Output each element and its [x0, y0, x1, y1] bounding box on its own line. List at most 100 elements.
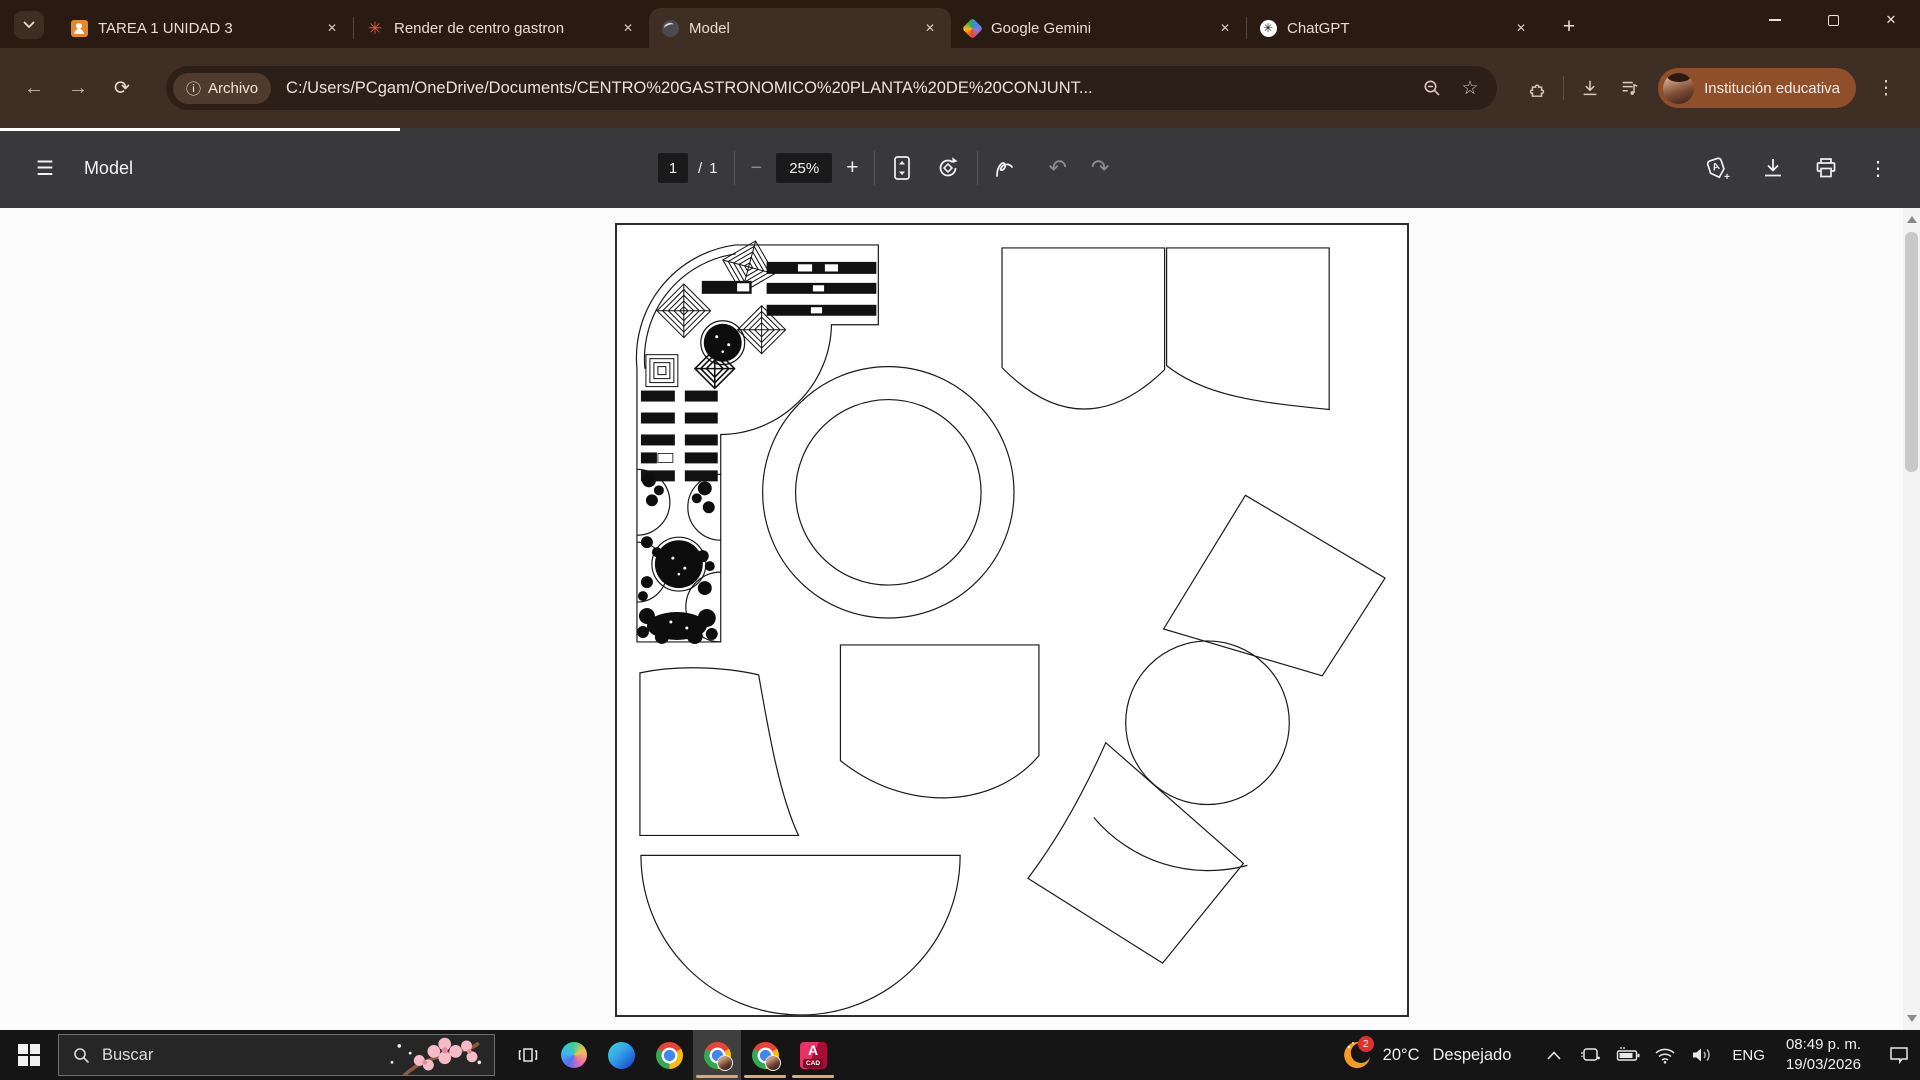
profile-button[interactable]: Institución educativa	[1658, 68, 1856, 108]
pdf-viewer-canvas	[0, 208, 1920, 1030]
maximize-icon	[1828, 15, 1839, 26]
taskbar-autocad-button[interactable]: A CAD	[789, 1030, 837, 1080]
new-tab-button[interactable]: +	[1554, 12, 1584, 42]
volume-button[interactable]	[1687, 1030, 1717, 1080]
svg-text:+: +	[1724, 172, 1730, 182]
pdf-page	[615, 223, 1409, 1017]
svg-text:A: A	[1711, 161, 1721, 174]
download-icon	[1762, 157, 1784, 179]
browser-menu-button[interactable]: ⋮	[1866, 66, 1906, 110]
tab-chatgpt[interactable]: ✳ ChatGPT ✕	[1247, 8, 1542, 48]
pdf-print-button[interactable]	[1814, 156, 1838, 180]
omnibox[interactable]: ⓘ Archivo C:/Users/PCgam/OneDrive/Docume…	[166, 66, 1497, 110]
magnifier-minus-icon	[1423, 79, 1441, 97]
bookmark-button[interactable]: ☆	[1451, 69, 1489, 107]
maximize-button[interactable]	[1804, 0, 1862, 40]
weather-widget[interactable]: 2 20°C Despejado	[1330, 1030, 1522, 1080]
document-person-icon	[70, 19, 88, 37]
rotate-button[interactable]	[935, 155, 961, 181]
info-icon: ⓘ	[186, 78, 201, 99]
gemini-icon	[963, 19, 981, 37]
start-button[interactable]	[0, 1030, 58, 1080]
close-tab-icon[interactable]: ✕	[321, 17, 343, 39]
connect-device-button[interactable]	[1576, 1030, 1606, 1080]
page-separator: /	[698, 160, 702, 177]
notification-bubble-icon	[1888, 1045, 1910, 1065]
fit-to-page-button[interactable]	[891, 155, 913, 181]
page-number-input[interactable]: 1	[658, 153, 688, 183]
taskbar-chrome-button[interactable]	[645, 1030, 693, 1080]
pdf-download-button[interactable]	[1762, 157, 1784, 179]
extensions-button[interactable]	[1517, 66, 1557, 110]
tab-render-centro-gastronomico[interactable]: ✳ Render de centro gastron ✕	[354, 8, 649, 48]
media-controls-button[interactable]	[1610, 66, 1650, 110]
clock-date: 19/03/2026	[1786, 1055, 1861, 1075]
close-tab-icon[interactable]: ✕	[919, 17, 941, 39]
minimize-button[interactable]	[1746, 0, 1804, 40]
zoom-page-button[interactable]	[1413, 69, 1451, 107]
copilot-button[interactable]	[551, 1030, 597, 1080]
scroll-down-button[interactable]	[1903, 1010, 1920, 1027]
downloads-button[interactable]	[1570, 66, 1610, 110]
close-window-button[interactable]: ✕	[1862, 0, 1920, 40]
pdf-more-button[interactable]: ⋮	[1868, 156, 1888, 181]
close-tab-icon[interactable]: ✕	[1510, 17, 1532, 39]
toolbar-divider	[734, 151, 735, 185]
battery-status-button[interactable]	[1613, 1030, 1643, 1080]
taskbar-chrome-profile2-button[interactable]	[741, 1030, 789, 1080]
half-disc-block	[641, 855, 960, 1015]
tab-google-gemini[interactable]: Google Gemini ✕	[951, 8, 1246, 48]
close-tab-icon[interactable]: ✕	[617, 17, 639, 39]
edge-icon	[608, 1042, 635, 1069]
pdf-menu-button[interactable]: ☰	[36, 156, 54, 181]
reload-button[interactable]: ⟳	[100, 66, 144, 110]
scrollbar-thumb[interactable]	[1905, 232, 1918, 472]
taskbar-search-box[interactable]: Buscar	[58, 1034, 495, 1076]
chevron-up-icon	[1547, 1051, 1561, 1060]
action-center-button[interactable]	[1878, 1030, 1920, 1080]
clock-time: 08:49 p. m.	[1786, 1035, 1861, 1055]
url-text[interactable]: C:/Users/PCgam/OneDrive/Documents/CENTRO…	[286, 79, 1413, 98]
search-icon	[73, 1047, 90, 1064]
autocad-icon: A CAD	[800, 1042, 827, 1069]
toolbar-divider	[977, 151, 978, 185]
file-scheme-chip[interactable]: ⓘ Archivo	[173, 73, 271, 104]
windows-taskbar: Buscar	[0, 1030, 1920, 1080]
redo-button[interactable]: ↷	[1091, 155, 1109, 181]
undo-button[interactable]: ↶	[1048, 155, 1066, 181]
tab-strip: TAREA 1 UNIDAD 3 ✕ ✳ Render de centro ga…	[58, 0, 1584, 48]
taskbar-edge-button[interactable]	[597, 1030, 645, 1080]
vertical-scrollbar[interactable]	[1903, 208, 1920, 1030]
taskbar-chrome-profile1-button[interactable]	[693, 1030, 741, 1080]
tab-model-active[interactable]: Model ✕	[649, 8, 951, 48]
rotate-counterclockwise-icon	[935, 155, 961, 181]
pdf-toolbar: ☰ Model 1 / 1 − 25% +	[0, 128, 1920, 208]
close-tab-icon[interactable]: ✕	[1214, 17, 1236, 39]
center-shield-block	[840, 645, 1038, 798]
zoom-in-button[interactable]: +	[846, 156, 858, 180]
taskbar-clock[interactable]: 08:49 p. m. 19/03/2026	[1780, 1035, 1871, 1076]
tab-tarea-1-unidad-3[interactable]: TAREA 1 UNIDAD 3 ✕	[58, 8, 353, 48]
chevron-down-icon	[23, 21, 35, 29]
zoom-out-button[interactable]: −	[751, 157, 763, 180]
back-button[interactable]: ←	[12, 66, 56, 110]
terrace-furniture	[641, 262, 876, 481]
draw-annotation-button[interactable]	[994, 157, 1018, 179]
tray-overflow-button[interactable]	[1539, 1030, 1569, 1080]
minimize-icon	[1769, 19, 1781, 21]
add-text-annotation-button[interactable]: A +	[1704, 154, 1732, 182]
scroll-up-button[interactable]	[1903, 211, 1920, 228]
cast-device-icon	[1580, 1045, 1602, 1065]
pergola-diamonds	[646, 241, 786, 388]
avatar	[1663, 73, 1694, 104]
tab-search-chevron-button[interactable]	[14, 11, 44, 39]
language-indicator[interactable]: ENG	[1724, 1030, 1773, 1080]
pavilion-wave-right	[1167, 248, 1330, 410]
zoom-level-input[interactable]: 25%	[776, 153, 832, 183]
download-icon	[1580, 78, 1600, 98]
forward-button[interactable]: →	[56, 66, 100, 110]
sail-block	[640, 668, 799, 836]
task-view-button[interactable]	[505, 1030, 551, 1080]
triangle-up-icon	[1907, 216, 1917, 223]
wifi-status-button[interactable]	[1650, 1030, 1680, 1080]
